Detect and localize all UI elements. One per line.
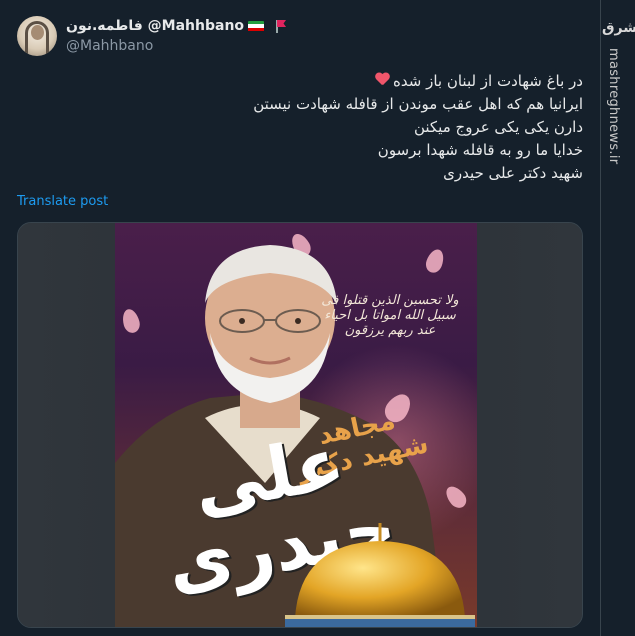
author-display-name[interactable]: فاطمه.نون @Mahhbano: [66, 18, 244, 34]
tweet-text: در باغ شهادت از لبنان باز شده ایرانیا هم…: [23, 70, 583, 185]
tweet-card: فاطمه.نون @Mahhbano @Mahhbano در باغ شها…: [0, 0, 600, 636]
tweet-line: خدایا ما رو به قافله شهدا برسون: [377, 141, 583, 159]
avatar[interactable]: [17, 16, 57, 56]
author-handle[interactable]: @Mahhbano: [66, 38, 153, 54]
tweet-media-image[interactable]: ولا تحسبن الذین قتلوا فی سبیل الله اموات…: [17, 222, 583, 628]
martyr-poster: ولا تحسبن الذین قتلوا فی سبیل الله اموات…: [115, 223, 477, 627]
avatar-face: [31, 25, 44, 40]
tweet-line: ایرانیا هم که اهل عقب موندن از قافله شها…: [253, 95, 583, 113]
tweet-line: شهید دکتر علی حیدری: [443, 164, 583, 182]
author-name-row[interactable]: فاطمه.نون @Mahhbano: [66, 16, 288, 36]
mashregh-watermark: مشرق mashreghnews.ir: [601, 0, 635, 636]
dome-of-rock-illustration: [285, 523, 475, 627]
tweet-line: در باغ شهادت از لبنان باز شده: [23, 70, 583, 93]
broken-heart-icon: [375, 73, 390, 87]
mashregh-site-url: mashreghnews.ir: [606, 48, 621, 165]
translate-post-link[interactable]: Translate post: [17, 194, 108, 209]
mashregh-logo: مشرق: [602, 20, 635, 36]
red-flag-icon: [274, 19, 288, 33]
tweet-line: دارن یکی یکی عروج میکنن: [413, 118, 583, 136]
quran-verse-calligraphy: ولا تحسبن الذین قتلوا فی سبیل الله اموات…: [321, 293, 459, 338]
iran-flag-icon: [248, 20, 265, 32]
